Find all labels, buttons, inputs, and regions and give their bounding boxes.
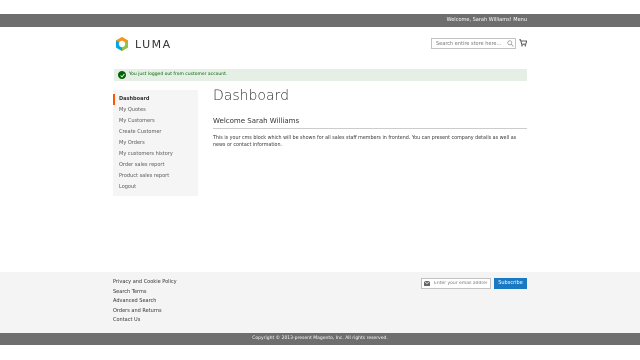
footer [0,272,640,333]
copyright-bar: Copyright © 2013-present Magento, Inc. A… [0,333,640,345]
page-title: Dashboard [213,88,289,104]
welcome-menu[interactable]: Welcome, Sarah Williams! Menu [447,17,527,23]
cart-icon[interactable] [519,39,527,47]
sidebar-item-dashboard[interactable]: Dashboard [113,94,198,105]
divider [213,128,527,129]
sidebar-item-product-sales-report[interactable]: Product sales report [113,171,198,182]
luma-logo[interactable]: LUMA [114,35,174,53]
search-icon[interactable] [507,40,514,47]
sidebar-item-my-quotes[interactable]: My Quotes [113,105,198,116]
sidebar-item-logout[interactable]: Logout [113,182,198,193]
sidebar-item-customers-history[interactable]: My customers history [113,149,198,160]
success-message-text: You just logged out from customer accoun… [129,72,228,77]
footer-link-contact-us[interactable]: Contact Us [113,316,177,326]
footer-link-advanced-search[interactable]: Advanced Search [113,297,177,307]
sidebar-item-my-orders[interactable]: My Orders [113,138,198,149]
search-input[interactable] [431,38,516,49]
cms-block-text: This is your cms block which will be sho… [213,136,517,148]
logo-text: LUMA [135,37,172,51]
sidebar-item-create-customer[interactable]: Create Customer [113,127,198,138]
newsletter-email-input[interactable] [421,278,491,289]
check-icon [118,71,126,79]
header [0,27,640,63]
copyright-text: Copyright © 2013-present Magento, Inc. A… [252,336,388,341]
footer-link-privacy[interactable]: Privacy and Cookie Policy [113,278,177,288]
top-bar: Welcome, Sarah Williams! Menu [0,14,640,27]
footer-links: Privacy and Cookie Policy Search Terms A… [113,278,177,326]
footer-link-search-terms[interactable]: Search Terms [113,288,177,298]
subscribe-button[interactable]: Subscribe [494,278,527,289]
account-sidebar: Dashboard My Quotes My Customers Create … [113,90,198,196]
mail-icon [424,281,430,286]
sidebar-item-my-customers[interactable]: My Customers [113,116,198,127]
footer-link-orders-returns[interactable]: Orders and Returns [113,307,177,317]
success-message: You just logged out from customer accoun… [114,69,527,81]
luma-logo-icon [116,37,128,51]
sidebar-item-order-sales-report[interactable]: Order sales report [113,160,198,171]
welcome-heading: Welcome Sarah Williams [213,117,300,125]
